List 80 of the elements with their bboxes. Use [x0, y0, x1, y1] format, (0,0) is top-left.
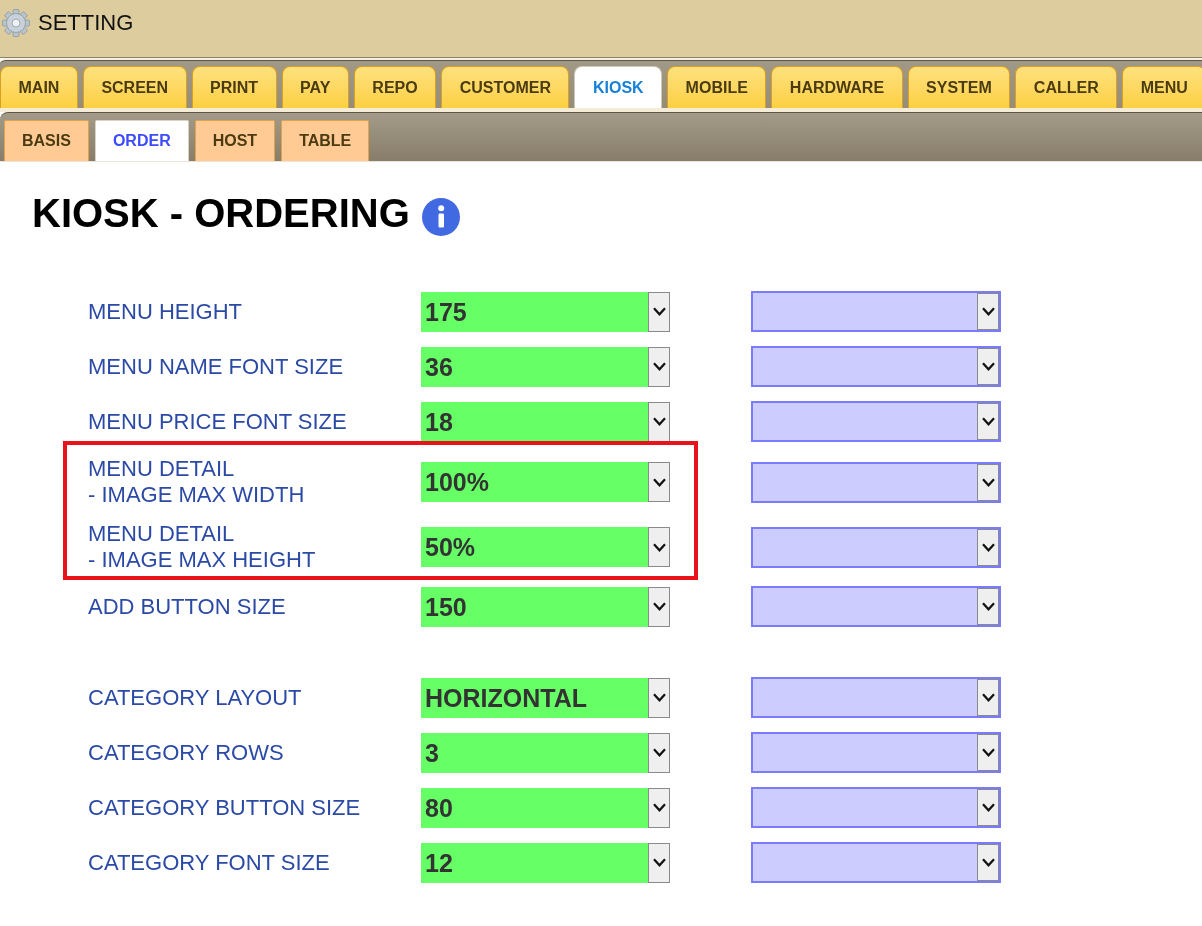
chevron-down-icon — [652, 803, 666, 812]
dropdown-arrow-button[interactable] — [648, 401, 670, 442]
setting-label: CATEGORY LAYOUT — [88, 684, 303, 711]
setting-label: CATEGORY BUTTON SIZE — [88, 794, 362, 821]
main-tab[interactable]: SCREEN — [82, 66, 187, 108]
dropdown-arrow-button[interactable] — [977, 463, 999, 501]
value-dropdown[interactable]: 18 — [421, 401, 670, 442]
main-tab[interactable]: PRINT — [191, 66, 277, 108]
sub-tab[interactable]: ORDER — [94, 120, 189, 161]
page-title: KIOSK - ORDERING — [32, 191, 410, 235]
dropdown-arrow-button[interactable] — [648, 732, 670, 773]
chevron-down-icon — [981, 693, 995, 702]
dropdown-arrow-button[interactable] — [977, 293, 999, 330]
chevron-down-icon — [981, 477, 995, 487]
main-tab[interactable]: MAIN — [0, 66, 78, 108]
dropdown-arrow-button[interactable] — [648, 787, 670, 828]
setting-label: ADD BUTTON SIZE — [88, 593, 287, 620]
dropdown-arrow-button[interactable] — [648, 291, 670, 332]
chevron-down-icon — [652, 362, 666, 371]
dropdown-arrow-button[interactable] — [648, 462, 670, 502]
value-dropdown[interactable]: 80 — [421, 787, 670, 828]
chevron-down-icon — [981, 362, 995, 371]
chevron-down-icon — [652, 693, 666, 702]
chevron-down-icon — [981, 307, 995, 316]
setting-label: MENU NAME FONT SIZE — [88, 353, 345, 380]
main-tab[interactable]: MOBILE — [667, 66, 767, 108]
dropdown-arrow-button[interactable] — [648, 842, 670, 883]
dropdown-arrow-button[interactable] — [648, 586, 670, 627]
chevron-down-icon — [652, 602, 666, 611]
dropdown-arrow-button[interactable] — [977, 588, 999, 625]
main-tab[interactable]: REPO — [353, 66, 437, 108]
chevron-down-icon — [652, 307, 666, 316]
value-dropdown[interactable]: 175 — [421, 291, 670, 332]
value-dropdown[interactable]: HORIZONTAL — [421, 677, 670, 718]
chevron-down-icon — [652, 477, 666, 487]
dropdown-arrow-button[interactable] — [977, 844, 999, 881]
dropdown-arrow-button[interactable] — [977, 789, 999, 826]
setting-label: CATEGORY ROWS — [88, 739, 285, 766]
dropdown-arrow-button[interactable] — [977, 734, 999, 771]
main-tab[interactable]: MENU — [1122, 66, 1202, 108]
dropdown-arrow-button[interactable] — [977, 403, 999, 440]
setting-label: MENU DETAIL - IMAGE MAX HEIGHT — [88, 521, 317, 573]
setting-label: MENU PRICE FONT SIZE — [88, 408, 348, 435]
chevron-down-icon — [981, 748, 995, 757]
dropdown-arrow-button[interactable] — [648, 346, 670, 387]
chevron-down-icon — [981, 602, 995, 611]
chevron-down-icon — [652, 748, 666, 757]
sub-tab[interactable]: HOST — [194, 120, 276, 161]
value-dropdown[interactable]: 3 — [421, 732, 670, 773]
dropdown-arrow-button[interactable] — [977, 679, 999, 716]
chevron-down-icon — [981, 803, 995, 812]
chevron-down-icon — [652, 858, 666, 867]
main-tab[interactable]: CUSTOMER — [441, 66, 570, 108]
main-tab[interactable]: KIOSK — [574, 66, 663, 108]
setting-label: MENU DETAIL - IMAGE MAX WIDTH — [88, 456, 306, 508]
value-dropdown[interactable]: 100% — [421, 462, 670, 502]
info-icon[interactable] — [421, 198, 460, 236]
chevron-down-icon — [981, 542, 995, 552]
main-tab[interactable]: SYSTEM — [907, 66, 1011, 108]
window-title: SETTING — [38, 9, 134, 37]
value-dropdown[interactable]: 12 — [421, 842, 670, 883]
dropdown-arrow-button[interactable] — [977, 528, 999, 566]
main-tab[interactable]: HARDWARE — [771, 66, 903, 108]
chevron-down-icon — [981, 417, 995, 426]
dropdown-arrow-button[interactable] — [648, 527, 670, 567]
dropdown-arrow-button[interactable] — [977, 348, 999, 385]
value-dropdown[interactable]: 50% — [421, 527, 670, 567]
chevron-down-icon — [652, 542, 666, 552]
chevron-down-icon — [981, 858, 995, 867]
gear-icon — [2, 9, 30, 37]
sub-tab[interactable]: TABLE — [281, 120, 370, 161]
main-tab[interactable]: CALLER — [1015, 66, 1118, 108]
setting-label: MENU HEIGHT — [88, 298, 243, 325]
dropdown-arrow-button[interactable] — [648, 677, 670, 718]
value-dropdown[interactable]: 150 — [421, 586, 670, 627]
value-dropdown[interactable]: 36 — [421, 346, 670, 387]
main-tab[interactable]: PAY — [281, 66, 349, 108]
sub-tab[interactable]: BASIS — [4, 120, 89, 161]
setting-label: CATEGORY FONT SIZE — [88, 849, 331, 876]
chevron-down-icon — [652, 417, 666, 426]
